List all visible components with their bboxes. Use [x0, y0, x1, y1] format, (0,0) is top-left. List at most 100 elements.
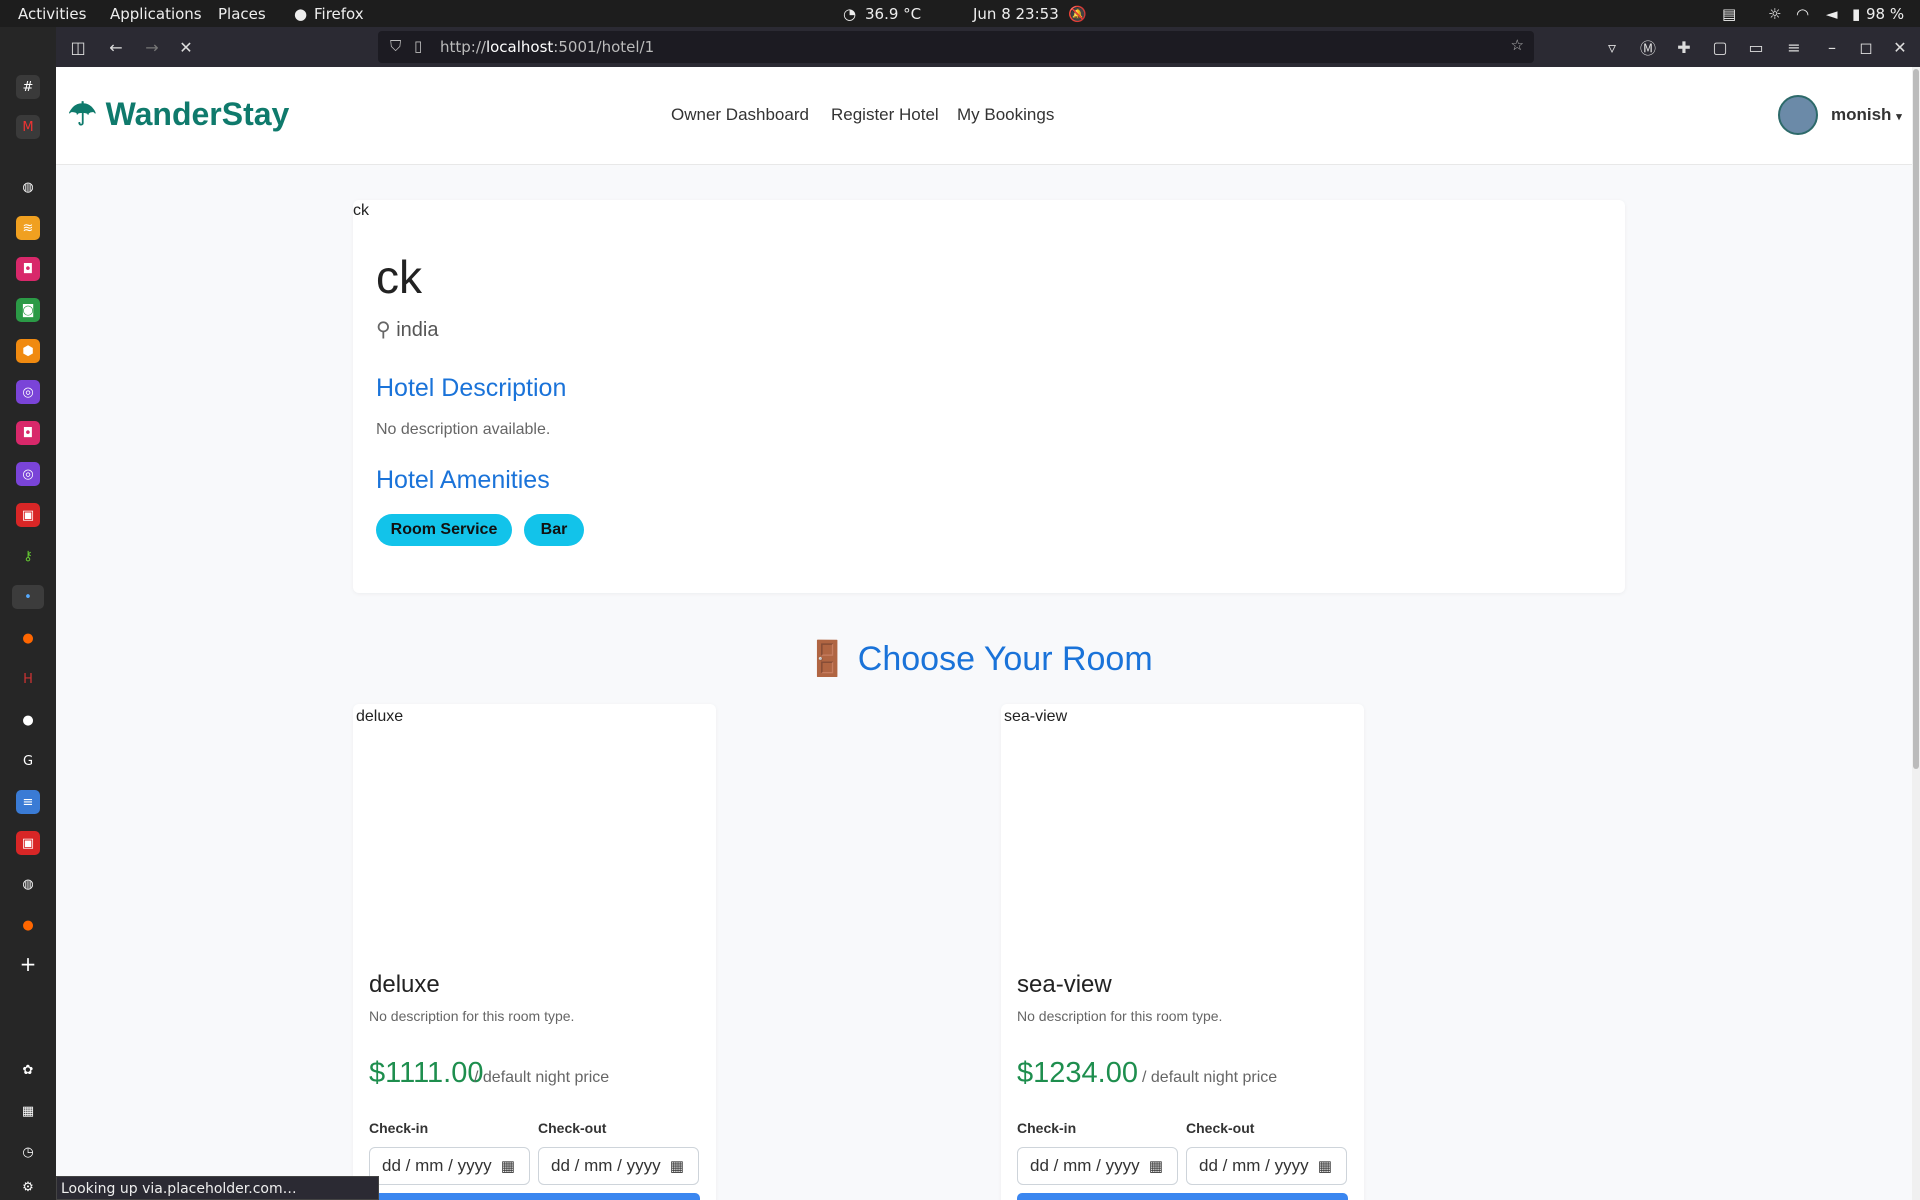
checkout-date-input[interactable]: dd / mm / yyyy ▦ — [1186, 1147, 1347, 1185]
status-bar: Looking up via.placeholder.com… — [56, 1176, 379, 1200]
app-purple-icon[interactable]: ◎ — [16, 380, 40, 404]
hotel-amenities-heading: Hotel Amenities — [376, 466, 550, 494]
applications-menu[interactable]: Applications — [110, 5, 202, 23]
volume-icon[interactable]: ◄ — [1826, 5, 1838, 23]
tracking-shield-icon[interactable]: ⛉ — [390, 37, 401, 55]
minimize-icon[interactable]: – — [1820, 35, 1844, 59]
nav-register-hotel[interactable]: Register Hotel — [831, 105, 939, 125]
activities-button[interactable]: Activities — [18, 5, 86, 23]
site-navbar: ☂ WanderStay Owner Dashboard Register Ho… — [56, 67, 1920, 165]
clipboard-icon[interactable]: ▤ — [1722, 5, 1736, 23]
app-red-icon[interactable]: ▣ — [16, 503, 40, 527]
globe-2-icon[interactable]: ◍ — [16, 872, 40, 896]
github-icon[interactable]: ● — [16, 708, 40, 732]
room-price-suffix: / default night price — [1142, 1069, 1278, 1086]
sidebar-toggle-icon[interactable]: ◫ — [66, 35, 90, 59]
slack-icon[interactable]: # — [16, 75, 40, 99]
avatar[interactable] — [1778, 95, 1818, 135]
checkin-label: Check-in — [369, 1120, 429, 1136]
room-name: sea-view — [1017, 971, 1112, 998]
application-dock: # M ◍ ≋ ◘ ◙ ⬢ ◎ ◘ ◎ ▣ ⚷ • ● H ● G ≡ ▣ ◍ … — [0, 27, 56, 1200]
menu-icon[interactable]: ≡ — [1782, 35, 1806, 59]
nav-my-bookings[interactable]: My Bookings — [957, 105, 1054, 125]
active-app-icon[interactable]: • — [12, 585, 44, 609]
app-purple-2-icon[interactable]: ◎ — [16, 462, 40, 486]
settings-icon[interactable]: ⚙ — [16, 1175, 40, 1199]
room-name: deluxe — [369, 971, 440, 998]
scrollbar-thumb[interactable] — [1913, 69, 1919, 769]
google-icon[interactable]: G — [16, 749, 40, 773]
map-pin-icon: ⚲ — [376, 319, 391, 341]
calendar-icon[interactable]: ▦ — [670, 1157, 684, 1175]
caret-down-icon: ▾ — [1896, 111, 1902, 123]
door-icon: 🚪 — [806, 640, 849, 678]
url-text: http://localhost:5001/hotel/1 — [440, 38, 655, 56]
app-pink-2-icon[interactable]: ◘ — [16, 421, 40, 445]
globe-icon[interactable]: ◍ — [16, 175, 40, 199]
hotel-name: ck — [376, 251, 422, 303]
rss-icon[interactable]: ≋ — [16, 216, 40, 240]
battery-icon[interactable]: ▮ — [1852, 5, 1860, 23]
checkin-date-input[interactable]: dd / mm / yyyy ▦ — [369, 1147, 530, 1185]
site-logo[interactable]: ☂ WanderStay — [68, 95, 289, 133]
temperature-icon: ◔ — [843, 5, 857, 23]
firefox-app-menu[interactable]: Firefox — [314, 5, 364, 23]
firefox-dock-icon[interactable]: ● — [16, 626, 40, 650]
account-icon[interactable]: Ⓜ — [1636, 35, 1660, 59]
close-window-icon[interactable]: ✕ — [1888, 35, 1912, 59]
pocket-icon[interactable]: ▿ — [1600, 35, 1624, 59]
room-price: $1111.00 — [369, 1057, 484, 1089]
docs-icon[interactable]: ≡ — [16, 790, 40, 814]
calendar-icon[interactable]: ▦ — [1318, 1157, 1332, 1175]
places-menu[interactable]: Places — [218, 5, 266, 23]
room-description: No description for this room type. — [369, 1008, 575, 1024]
openai-icon[interactable]: ✿ — [16, 1058, 40, 1082]
stop-loading-icon[interactable]: ✕ — [174, 35, 198, 59]
app-h-icon[interactable]: H — [16, 667, 40, 691]
bookmark-star-icon[interactable]: ☆ — [1511, 36, 1524, 54]
room-price: $1234.00 — [1017, 1057, 1138, 1089]
back-icon[interactable]: ← — [104, 35, 128, 59]
firefox-2-icon[interactable]: ● — [16, 913, 40, 937]
key-icon[interactable]: ⚷ — [16, 544, 40, 568]
clock-icon[interactable]: ◷ — [16, 1140, 40, 1164]
app-green-icon[interactable]: ◙ — [16, 298, 40, 322]
app-orange-icon[interactable]: ⬢ — [16, 339, 40, 363]
container-icon[interactable]: ▢ — [1708, 35, 1732, 59]
room-image-alt: sea-view — [1004, 708, 1068, 725]
book-room-button[interactable] — [1017, 1193, 1348, 1200]
calendar-icon[interactable]: ▦ — [501, 1157, 515, 1175]
calendar-icon[interactable]: ▦ — [1149, 1157, 1163, 1175]
page-info-icon[interactable]: ▯ — [414, 37, 422, 55]
maximize-icon[interactable]: ◻ — [1854, 35, 1878, 59]
app-red-2-icon[interactable]: ▣ — [16, 831, 40, 855]
room-price-suffix: / default night price — [474, 1069, 610, 1086]
checkout-label: Check-out — [538, 1120, 607, 1136]
page-scrollbar[interactable] — [1912, 67, 1920, 1200]
forward-icon[interactable]: → — [140, 35, 164, 59]
amenity-badge: Bar — [524, 514, 584, 546]
room-description: No description for this room type. — [1017, 1008, 1223, 1024]
system-top-bar: Activities Applications Places ● Firefox… — [0, 0, 1920, 27]
amenity-badge: Room Service — [376, 514, 512, 546]
hotel-image-alt: ck — [353, 202, 369, 219]
hotel-description-heading: Hotel Description — [376, 374, 567, 402]
temperature-readout: 36.9 °C — [865, 5, 922, 23]
battery-percent: 98 % — [1866, 5, 1905, 23]
clock[interactable]: Jun 8 23:53 — [973, 5, 1059, 23]
address-bar[interactable]: ⛉ ▯ http://localhost:5001/hotel/1 ☆ — [378, 31, 1534, 63]
brightness-icon[interactable]: ☼ — [1768, 5, 1781, 23]
user-menu[interactable]: monish ▾ — [1831, 105, 1902, 125]
app-pink-icon[interactable]: ◘ — [16, 257, 40, 281]
extensions-icon[interactable]: ✚ — [1672, 35, 1696, 59]
book-room-button[interactable] — [369, 1193, 700, 1200]
notification-muted-icon: 🔕 — [1068, 5, 1087, 23]
add-icon[interactable]: + — [16, 952, 40, 976]
reader-view-icon[interactable]: ▭ — [1744, 35, 1768, 59]
checkin-date-input[interactable]: dd / mm / yyyy ▦ — [1017, 1147, 1178, 1185]
nav-owner-dashboard[interactable]: Owner Dashboard — [671, 105, 809, 125]
wifi-icon[interactable]: ◠ — [1796, 5, 1809, 23]
gmail-icon[interactable]: M — [16, 115, 40, 139]
checkout-date-input[interactable]: dd / mm / yyyy ▦ — [538, 1147, 699, 1185]
disk-icon[interactable]: ▦ — [16, 1099, 40, 1123]
